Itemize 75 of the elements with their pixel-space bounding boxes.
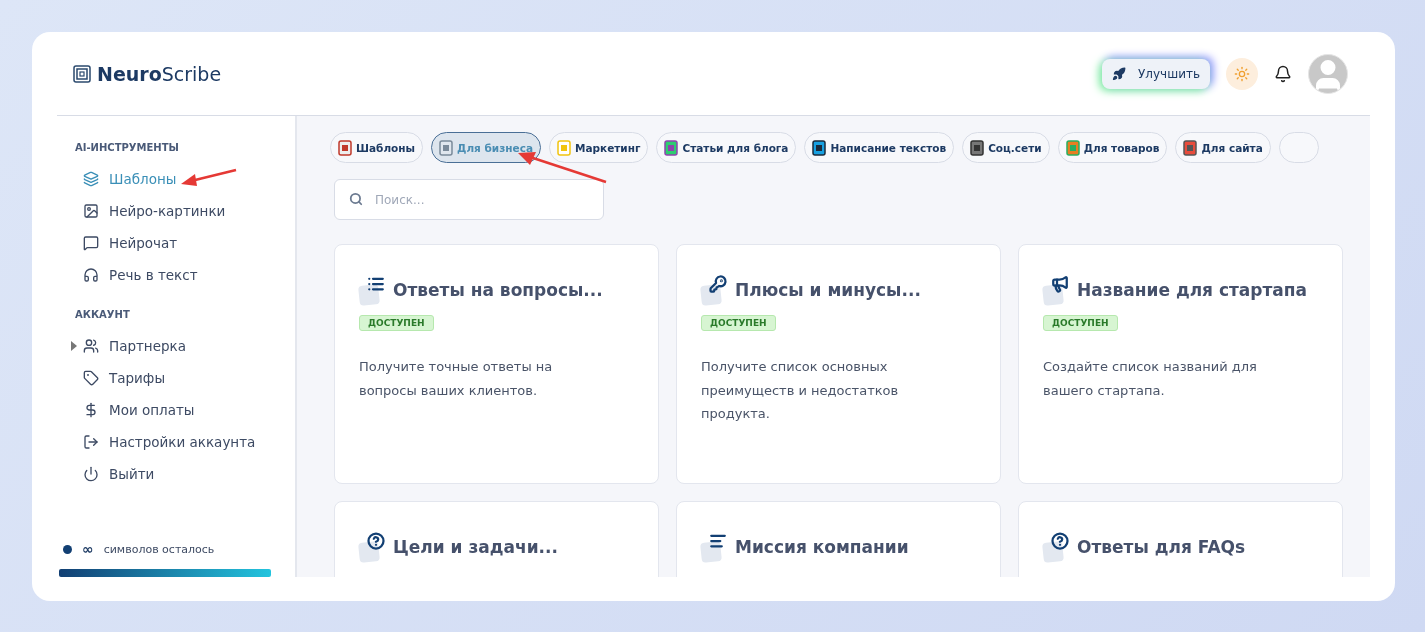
brand-name: NeuroScribe: [97, 62, 222, 85]
sidebar-item[interactable]: Мои оплаты: [75, 394, 295, 426]
sidebar-item[interactable]: Нейрочат: [75, 227, 295, 259]
menu-icon: [83, 235, 99, 251]
category-chip[interactable]: [1278, 132, 1319, 163]
emoji-icon: [337, 139, 353, 156]
bell-icon[interactable]: [1274, 64, 1292, 83]
menu-icon: [83, 370, 99, 386]
sun-icon: [1234, 65, 1250, 82]
category-chip[interactable]: Соц.сети: [962, 132, 1050, 163]
logo-icon: [73, 64, 91, 83]
template-card[interactable]: Ответы на вопросы... ДОСТУПЕН Получите точные ответы на вопросы ваших клиентов.: [334, 244, 659, 484]
card-title: Цели и задачи...: [393, 537, 558, 557]
sidebar-item[interactable]: Нейро-картинки: [75, 195, 295, 227]
emoji-icon: [969, 139, 986, 156]
sidebar-item[interactable]: Партнерка: [75, 330, 295, 362]
emoji-icon: [438, 139, 455, 156]
card-icon: [359, 532, 385, 562]
template-card[interactable]: Цели и задачи...: [334, 501, 659, 577]
card-description: Создайте список названий для вашего стартапа.: [1043, 358, 1258, 400]
sidebar-item[interactable]: Выйти: [75, 458, 295, 490]
section-title: AI-ИНСТРУМЕНТЫ: [75, 142, 180, 153]
menu-icon: [83, 203, 99, 219]
card-icon: [701, 532, 727, 562]
card-icon: [1043, 532, 1069, 562]
search-field[interactable]: Поиск...: [334, 179, 604, 220]
category-chip[interactable]: Для товаров: [1057, 132, 1168, 163]
section-title: АККАУНТ: [75, 309, 131, 320]
card-title: Название для стартапа: [1077, 280, 1308, 300]
emoji-icon: [1064, 139, 1081, 156]
status-badge: ДОСТУПЕН: [1043, 315, 1118, 331]
category-chip[interactable]: Написание текстов: [804, 132, 955, 163]
card-title: Ответы на вопросы...: [393, 280, 603, 300]
status-badge: ДОСТУПЕН: [359, 315, 434, 331]
template-card[interactable]: Название для стартапа ДОСТУПЕН Создайте список названий для вашего стартапа.: [1018, 244, 1343, 484]
status-badge: ДОСТУПЕН: [701, 315, 776, 331]
category-chip[interactable]: Для сайта: [1175, 132, 1271, 163]
menu-icon: [83, 434, 99, 450]
sidebar-item[interactable]: Речь в текст: [75, 259, 295, 291]
card-title: Плюсы и минусы...: [735, 280, 921, 300]
template-card[interactable]: Ответы для FAQs: [1018, 501, 1343, 577]
emoji-icon: [811, 139, 828, 156]
card-icon: [701, 275, 727, 305]
emoji-icon: [1182, 139, 1199, 156]
sidebar-item[interactable]: Тарифы: [75, 362, 295, 394]
template-card[interactable]: Плюсы и минусы... ДОСТУПЕН Получите список основных преимуществ и недостатков продукта.: [676, 244, 1001, 484]
category-chip[interactable]: Шаблоны: [330, 132, 424, 163]
menu-icon: [83, 466, 99, 482]
menu-icon: [83, 402, 99, 418]
card-title: Миссия компании: [735, 537, 909, 557]
sidebar-item[interactable]: Шаблоны: [75, 163, 295, 195]
template-card[interactable]: Миссия компании: [676, 501, 1001, 577]
menu-icon: [83, 171, 99, 187]
card-icon: [359, 275, 385, 305]
emoji-icon: [663, 139, 680, 156]
category-chip[interactable]: Маркетинг: [548, 132, 649, 163]
avatar[interactable]: [1308, 53, 1348, 94]
upgrade-button[interactable]: Улучшить: [1102, 58, 1210, 89]
card-description: Получите список основных преимуществ и недостатков продукта.: [701, 358, 900, 423]
credits-label: символов осталось: [103, 542, 215, 556]
card-description: Получите точные ответы на вопросы ваших клиентов.: [359, 358, 554, 400]
menu-icon: [83, 267, 99, 283]
status-dot: [63, 544, 72, 554]
credits-amount: ∞: [82, 541, 94, 557]
emoji-icon: [555, 139, 572, 156]
theme-toggle-button[interactable]: [1226, 57, 1258, 90]
rocket-icon: [1112, 66, 1126, 81]
category-chip[interactable]: Статьи для блога: [656, 132, 797, 163]
search-icon: [349, 192, 363, 206]
menu-icon: [83, 338, 99, 354]
annotation-arrow: [181, 168, 237, 188]
caret-icon[interactable]: [71, 341, 77, 351]
card-icon: [1043, 275, 1069, 305]
sidebar-item[interactable]: Настройки аккаунта: [75, 426, 295, 458]
card-title: Ответы для FAQs: [1077, 537, 1246, 557]
